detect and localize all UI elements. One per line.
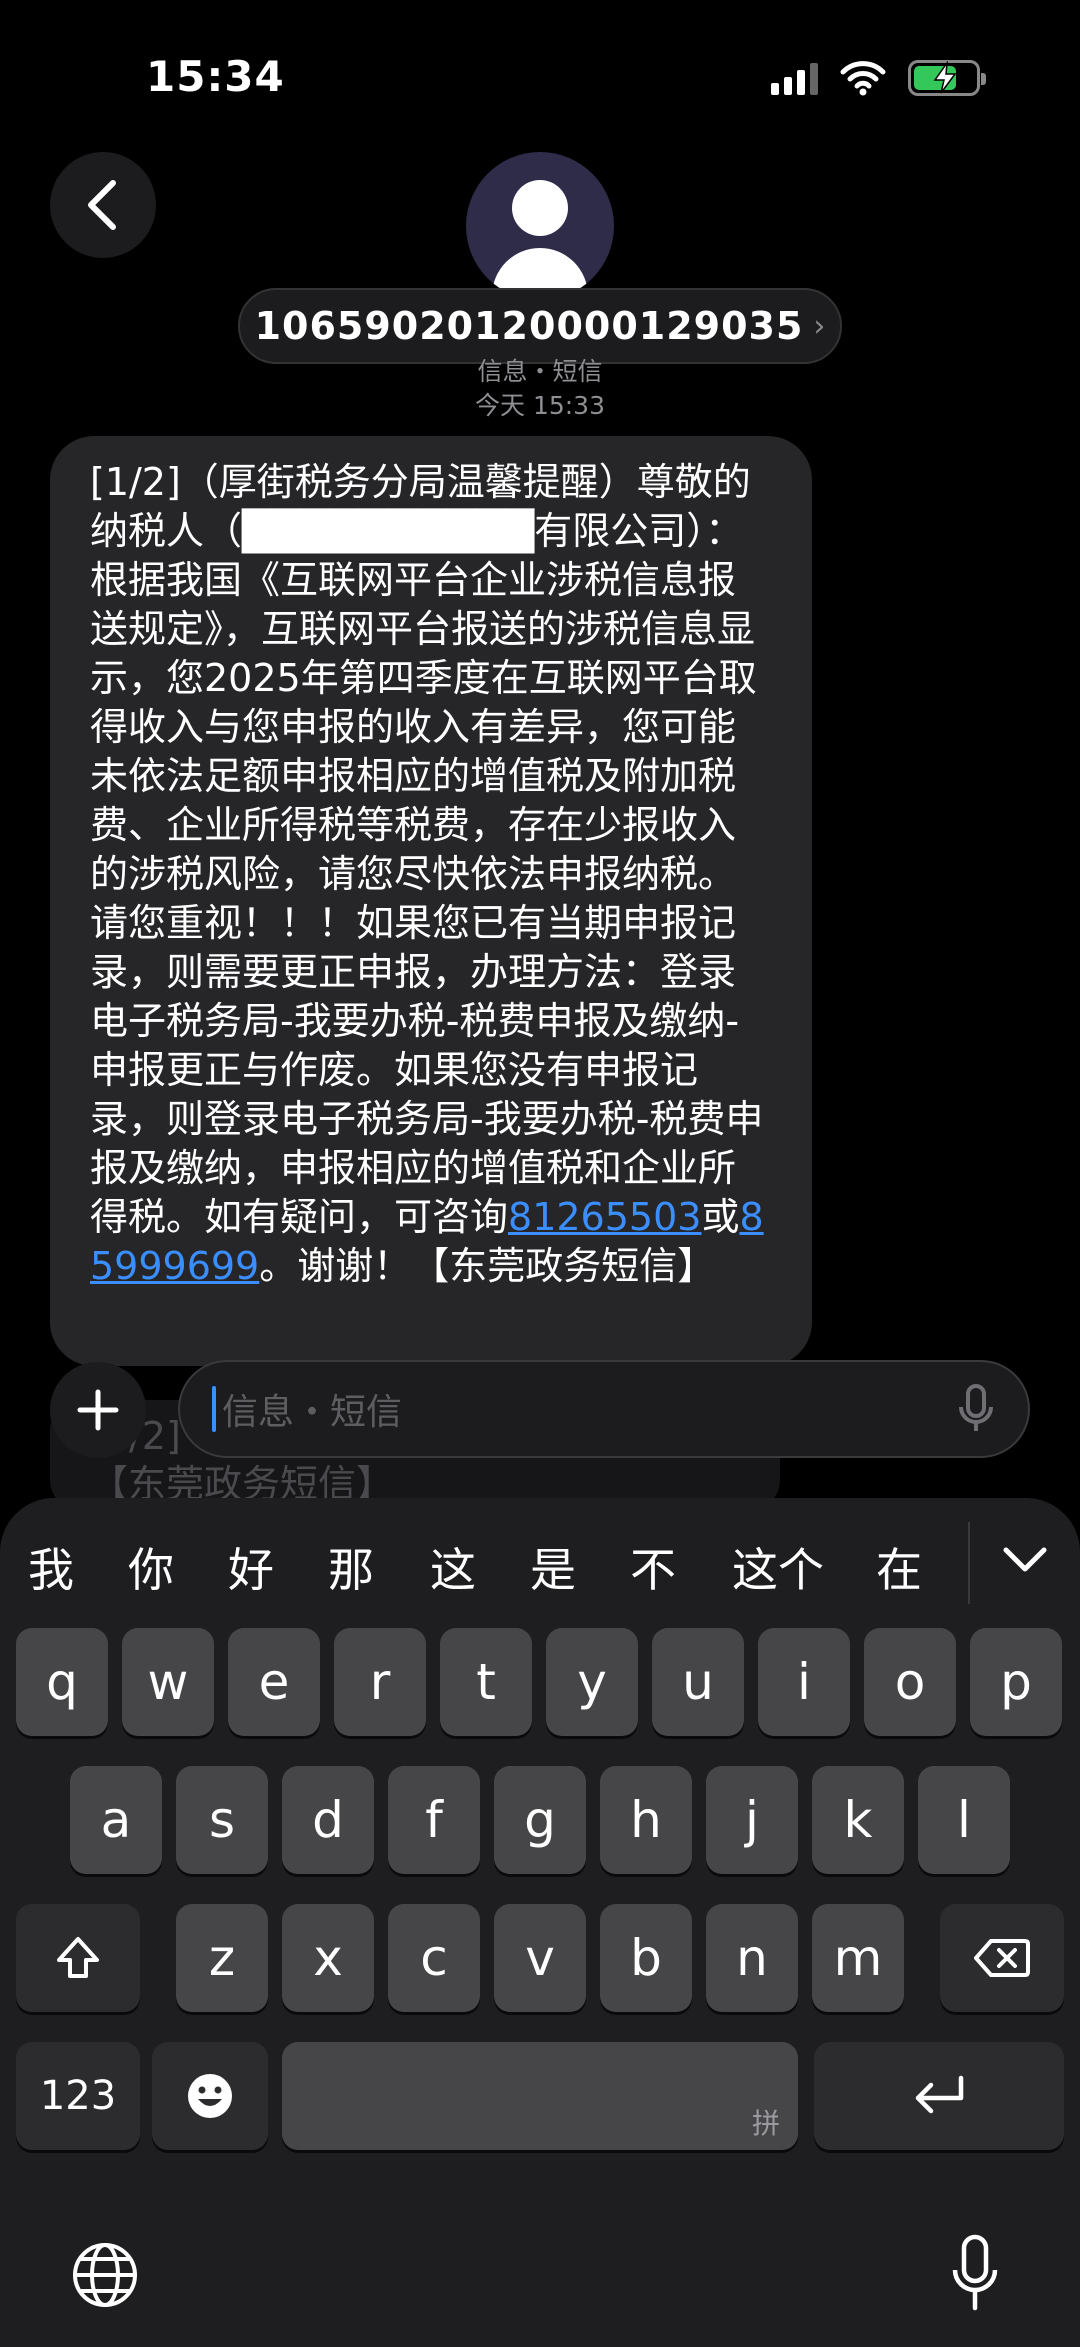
delete-key[interactable] [940,1904,1064,2012]
text-caret [212,1386,216,1432]
key-z[interactable]: z [176,1904,268,2012]
key-m[interactable]: m [812,1904,904,2012]
candidate-word[interactable]: 好 [228,1534,274,1600]
key-l[interactable]: l [918,1766,1010,1874]
key-x[interactable]: x [282,1904,374,2012]
key-c[interactable]: c [388,1904,480,2012]
contact-avatar[interactable] [466,152,614,300]
key-y[interactable]: y [546,1628,638,1736]
phone-link-1[interactable]: 81265503 [508,1195,701,1239]
candidate-word[interactable]: 你 [128,1534,174,1600]
candidate-word[interactable]: 不 [630,1534,676,1600]
message-timestamp: 今天 15:33 [475,391,605,420]
key-k[interactable]: k [812,1766,904,1874]
battery-charging-icon [908,60,986,96]
emoji-key[interactable] [152,2042,268,2150]
key-d[interactable]: d [282,1766,374,1874]
message-service-label: 信息・短信 [477,357,603,386]
candidate-bar: 我 你 好 那 这 是 不 这个 在 [0,1498,1080,1628]
key-g[interactable]: g [494,1766,586,1874]
chevron-left-icon [88,180,116,230]
key-t[interactable]: t [440,1628,532,1736]
return-icon [915,2075,964,2114]
key-r[interactable]: r [334,1628,426,1736]
input-method-label: 拼 [751,2107,780,2140]
chevron-right-icon: › [813,308,826,344]
space-key[interactable]: 拼 [282,2042,798,2150]
return-key[interactable] [814,2042,1064,2150]
candidate-word[interactable]: 是 [530,1534,576,1600]
key-h[interactable]: h [600,1766,692,1874]
key-n[interactable]: n [706,1904,798,2012]
candidate-word[interactable]: 这个 [732,1534,824,1600]
keyboard-bottom-bar [0,2170,1080,2347]
key-p[interactable]: p [970,1628,1062,1736]
cellular-signal-icon [771,61,818,95]
message-text: [1/2]（厚街税务分局温馨提醒）尊敬的纳税人（██████████有限公司）：… [90,460,764,1288]
emoji-icon [188,2074,232,2118]
backspace-icon [974,1939,1030,1977]
numbers-key[interactable]: 123 [16,2042,140,2150]
status-time: 15:34 [146,52,285,101]
person-icon [512,180,568,236]
expand-candidates-icon[interactable] [1000,1544,1050,1576]
key-e[interactable]: e [228,1628,320,1736]
wifi-icon [840,61,886,96]
plus-icon [77,1389,119,1431]
key-w[interactable]: w [122,1628,214,1736]
key-v[interactable]: v [494,1904,586,2012]
dictation-mic-icon[interactable] [950,2234,1000,2316]
globe-icon[interactable] [70,2240,140,2310]
shift-key[interactable] [16,1904,140,2012]
shift-icon [57,1937,99,1978]
key-b[interactable]: b [600,1904,692,2012]
message-bubble[interactable]: [1/2]（厚街税务分局温馨提醒）尊敬的纳税人（██████████有限公司）：… [50,436,812,1366]
status-bar: 15:34 [0,0,1080,150]
key-i[interactable]: i [758,1628,850,1736]
contact-number: 10659020120000129035 [254,304,804,348]
candidate-word[interactable]: 这 [430,1534,476,1600]
add-attachment-button[interactable] [50,1362,146,1458]
message-input[interactable]: 信息・短信 [178,1360,1030,1458]
message-input-placeholder: 信息・短信 [222,1392,403,1433]
back-button[interactable] [50,152,156,258]
status-icons [771,58,986,98]
key-a[interactable]: a [70,1766,162,1874]
dictation-mic-icon[interactable] [956,1383,996,1435]
key-s[interactable]: s [176,1766,268,1874]
key-j[interactable]: j [706,1766,798,1874]
key-o[interactable]: o [864,1628,956,1736]
candidate-word[interactable]: 我 [28,1534,74,1600]
candidate-word[interactable]: 在 [876,1534,922,1600]
key-q[interactable]: q [16,1628,108,1736]
candidate-word[interactable]: 那 [328,1534,374,1600]
key-u[interactable]: u [652,1628,744,1736]
key-f[interactable]: f [388,1766,480,1874]
